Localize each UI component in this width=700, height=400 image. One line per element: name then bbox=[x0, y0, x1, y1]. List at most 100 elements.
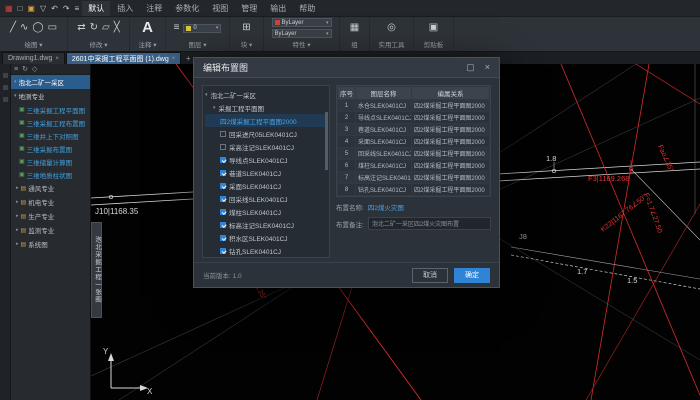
text-icon[interactable]: A bbox=[142, 23, 153, 33]
tree-layer-row[interactable]: 煤柱SLEK0401CJ bbox=[205, 205, 327, 218]
palette-item-mining-layout[interactable]: ▣ 三维采掘工程布置图 bbox=[11, 116, 90, 129]
tree-selected-map[interactable]: 四2煤采掘工程平面图2000 bbox=[205, 114, 327, 127]
panel-label-groups[interactable]: 组 bbox=[344, 38, 365, 51]
palette-group-monitoring[interactable]: ▸ ▤ 监测专业 bbox=[11, 223, 90, 237]
layers-icon[interactable]: ≡ bbox=[174, 23, 180, 33]
close-icon[interactable]: × bbox=[172, 56, 176, 62]
redo-icon[interactable]: ↷ bbox=[61, 4, 72, 13]
layer-checkbox[interactable] bbox=[220, 183, 226, 189]
palette-root-node[interactable]: ▾ 泡北二矿一采区 bbox=[11, 75, 90, 89]
mirror-icon[interactable]: ⇄ bbox=[77, 23, 85, 33]
tree-layer-row[interactable]: 巷道SLEK0401CJ bbox=[205, 166, 327, 179]
palette-group-ventilation[interactable]: ▸ ▤ 通风专业 bbox=[11, 181, 90, 195]
table-row[interactable]: 7标高注记SLEK0401CJ四2煤采掘工程平面图2000 bbox=[338, 172, 490, 184]
panel-label-draw[interactable]: 绘图 ▾ bbox=[4, 38, 63, 51]
tree-layer-row[interactable]: 回采线SLEK0401CJ bbox=[205, 192, 327, 205]
table-row[interactable]: 4采面SLEK0401CJ四2煤采掘工程平面图2000 bbox=[338, 136, 490, 148]
polyline-icon[interactable]: ∿ bbox=[20, 23, 28, 33]
close-icon[interactable]: × bbox=[485, 63, 490, 72]
tree-layer-row[interactable]: 导线点SLEK0401CJ bbox=[205, 153, 327, 166]
caret-right-icon[interactable]: ▸ bbox=[16, 185, 19, 191]
caret-right-icon[interactable]: ▸ bbox=[16, 241, 19, 247]
layout-name-value[interactable]: 四2煤火灾图 bbox=[368, 202, 404, 212]
tree-layer-row[interactable]: 采面SLEK0401CJ bbox=[205, 179, 327, 192]
caret-down-icon[interactable]: ▾ bbox=[205, 92, 208, 98]
caret-right-icon[interactable]: ▸ bbox=[16, 227, 19, 233]
layer-checkbox[interactable] bbox=[220, 209, 226, 215]
layer-checkbox[interactable] bbox=[220, 222, 226, 228]
palette-group-system[interactable]: ▸ ▤ 系统图 bbox=[11, 237, 90, 251]
layer-checkbox[interactable] bbox=[220, 144, 226, 150]
caret-down-icon[interactable]: ▾ bbox=[14, 93, 17, 99]
erase-icon[interactable]: ╳ bbox=[114, 23, 120, 33]
table-row[interactable]: 1水仓SLEK0401CJ四2煤采掘工程平面图2000 bbox=[338, 100, 490, 112]
ribbon-tab-insert[interactable]: 插入 bbox=[111, 1, 139, 16]
table-row[interactable]: 2导线点SLEK0401CJ四2煤采掘工程平面图2000 bbox=[338, 112, 490, 124]
tree-layer-row[interactable]: 采高注记SLEK0401CJ bbox=[205, 140, 327, 153]
file-tab-drawing1[interactable]: Drawing1.dwg × bbox=[2, 52, 65, 64]
rectangle-icon[interactable]: ▭ bbox=[48, 23, 57, 33]
panel-label-modify[interactable]: 修改 ▾ bbox=[72, 38, 125, 51]
layer-checkbox[interactable] bbox=[220, 131, 226, 137]
tree-layer-row[interactable]: 积水区SLEK0401CJ bbox=[205, 231, 327, 244]
dialog-titlebar[interactable]: 编辑布置图 ▢ × bbox=[194, 58, 499, 78]
caret-down-icon[interactable]: ▾ bbox=[213, 105, 216, 111]
panel-label-block[interactable]: 块 ▾ bbox=[234, 38, 259, 51]
tree-layer-row[interactable]: 标高注记SLEK0401CJ bbox=[205, 218, 327, 231]
refresh-icon[interactable]: ↻ bbox=[22, 65, 28, 73]
palette-item-surface-contrast[interactable]: ▣ 三维井上下对照图 bbox=[11, 129, 90, 142]
ribbon-tab-output[interactable]: 输出 bbox=[264, 1, 292, 16]
print-icon[interactable]: ≡ bbox=[73, 4, 82, 13]
layer-checkbox[interactable] bbox=[220, 235, 226, 241]
tree-layer-row[interactable]: 钻孔SLEK0401CJ bbox=[205, 244, 327, 257]
ribbon-tab-home[interactable]: 默认 bbox=[82, 1, 110, 16]
panel-label-annotation[interactable]: 注释 ▾ bbox=[134, 38, 161, 51]
ribbon-tab-help[interactable]: 帮助 bbox=[293, 1, 321, 16]
table-row[interactable]: 3巷道SLEK0401CJ四2煤采掘工程平面图2000 bbox=[338, 124, 490, 136]
panel-label-properties[interactable]: 特性 ▾ bbox=[268, 38, 335, 51]
table-row[interactable]: 8钻孔SLEK0401CJ四2煤采掘工程平面图2000 bbox=[338, 184, 490, 196]
palette-item-mining-plan[interactable]: ▣ 三维采掘工程平面图 bbox=[11, 103, 90, 116]
palette-item-geology-column[interactable]: ▣ 三维地质柱状图 bbox=[11, 168, 90, 181]
cancel-button[interactable]: 取消 bbox=[412, 268, 448, 283]
tree-layer-row[interactable]: 回采进尺05LEK0401CJ bbox=[205, 127, 327, 140]
block-icon[interactable]: ⊞ bbox=[242, 23, 250, 33]
caret-down-icon[interactable]: ▾ bbox=[14, 79, 17, 85]
ok-button[interactable]: 确定 bbox=[454, 268, 490, 283]
caret-right-icon[interactable]: ▸ bbox=[16, 213, 19, 219]
table-row[interactable]: 5回采线SLEK0401CJ四2煤采掘工程平面图2000 bbox=[338, 148, 490, 160]
tool-dot-icon[interactable] bbox=[3, 97, 8, 102]
object-color-dropdown[interactable]: ByLayer ▾ bbox=[272, 18, 332, 27]
tree-scrollbar[interactable] bbox=[325, 112, 328, 170]
panel-label-clipboard[interactable]: 剪贴板 bbox=[418, 38, 449, 51]
layer-checkbox[interactable] bbox=[220, 170, 226, 176]
filter-icon[interactable]: ◇ bbox=[32, 65, 37, 73]
measure-icon[interactable]: ◎ bbox=[387, 23, 396, 33]
copy-icon[interactable]: ▱ bbox=[102, 23, 110, 33]
palette-group-production[interactable]: ▸ ▤ 生产专业 bbox=[11, 209, 90, 223]
close-icon[interactable]: × bbox=[55, 56, 59, 62]
layer-checkbox[interactable] bbox=[220, 248, 226, 254]
palette-item-layout-map[interactable]: ▣ 三维采掘布置图 bbox=[11, 142, 90, 155]
menu-icon[interactable]: ≡ bbox=[14, 66, 18, 73]
palette-item-reserve-calc[interactable]: ▣ 三维储量计算图 bbox=[11, 155, 90, 168]
line-icon[interactable]: ╱ bbox=[10, 23, 16, 33]
caret-right-icon[interactable]: ▸ bbox=[16, 199, 19, 205]
open-folder-icon[interactable]: ▣ bbox=[25, 4, 37, 13]
palette-group-electromechanical[interactable]: ▸ ▤ 机电专业 bbox=[11, 195, 90, 209]
maximize-icon[interactable]: ▢ bbox=[466, 63, 475, 72]
panel-label-layers[interactable]: 图层 ▾ bbox=[170, 38, 225, 51]
clipboard-icon[interactable]: ▣ bbox=[429, 23, 438, 33]
palette-side-tab[interactable]: 泡北采掘工程一张图 bbox=[91, 222, 102, 318]
palette-section-geology[interactable]: ▾ 地测专业 bbox=[11, 89, 90, 103]
table-row[interactable]: 6煤柱SLEK0401CJ四2煤采掘工程平面图2000 bbox=[338, 160, 490, 172]
layer-checkbox[interactable] bbox=[220, 196, 226, 202]
layer-dropdown[interactable]: 0 ▾ bbox=[183, 24, 221, 33]
save-icon[interactable]: ▽ bbox=[38, 4, 48, 13]
ribbon-tab-parametric[interactable]: 参数化 bbox=[169, 1, 205, 16]
circle-icon[interactable]: ◯ bbox=[32, 23, 43, 33]
tree-parent[interactable]: ▾ 采掘工程平面图 bbox=[205, 101, 327, 114]
ribbon-tab-annotate[interactable]: 注释 bbox=[140, 1, 168, 16]
app-menu-icon[interactable]: ▦ bbox=[3, 4, 15, 13]
tree-root[interactable]: ▾ 泡北二矿一采区 bbox=[205, 88, 327, 101]
